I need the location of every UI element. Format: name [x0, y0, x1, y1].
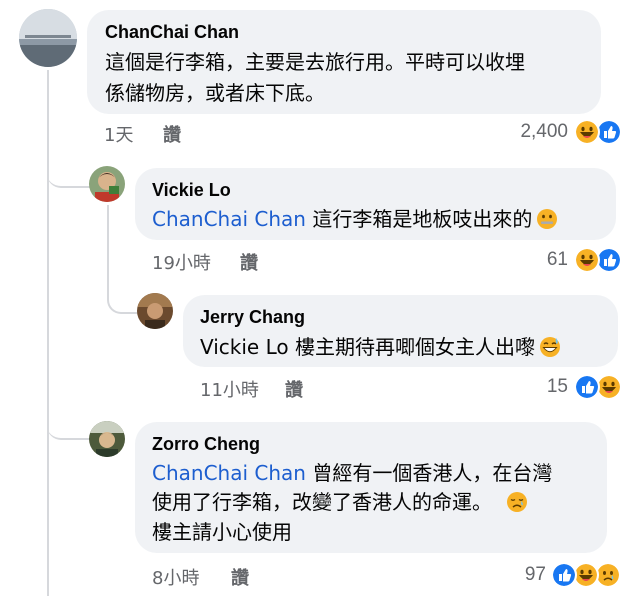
comment-bubble-chanchai: ChanChai Chan 這個是行李箱，主要是去旅行用。平時可以收埋 係儲物房…: [87, 10, 601, 114]
author-name[interactable]: Jerry Chang: [200, 307, 305, 328]
reaction-count[interactable]: 61: [547, 249, 568, 271]
like-button[interactable]: 讚: [285, 376, 303, 402]
comment-text-line-1: ChanChai Chan 曾經有一個香港人，在台灣: [152, 457, 552, 489]
reaction-count[interactable]: 15: [547, 376, 568, 398]
avatar-zorro-image: [89, 421, 125, 457]
comment-text-line-2: 係儲物房，或者床下底。: [105, 81, 325, 105]
comment-bubble-zorro: Zorro Cheng ChanChai Chan 曾經有一個香港人，在台灣 使…: [135, 422, 607, 553]
haha-reaction-icon: [574, 119, 600, 145]
comment-text-content: 使用了行李箱，改變了香港人的命運。: [152, 490, 492, 514]
avatar-vickie-image: [89, 166, 125, 202]
author-name[interactable]: Vickie Lo: [152, 180, 231, 201]
reaction-count[interactable]: 2,400: [520, 121, 568, 143]
comment-text-content: Vickie Lo 樓主期待再唧個女主人出嚟: [200, 335, 535, 359]
haha-reaction-icon: [574, 247, 600, 273]
comment-bubble-jerry: Jerry Chang Vickie Lo 樓主期待再唧個女主人出嚟: [183, 295, 618, 367]
avatar-jerry-image: [137, 293, 173, 329]
comment-text-content: 這行李箱是地板吱出來的: [312, 207, 533, 231]
comment-time[interactable]: 11小時: [200, 376, 259, 402]
avatar-vickie[interactable]: [89, 166, 125, 202]
comment-bubble-vickie: Vickie Lo ChanChai Chan 這行李箱是地板吱出來的: [135, 168, 616, 240]
comment-text-line-2: 使用了行李箱，改變了香港人的命運。: [152, 486, 528, 518]
zipper-mouth-emoji-icon: [536, 208, 558, 230]
like-button[interactable]: 讚: [163, 121, 181, 147]
comment-text: ChanChai Chan 這行李箱是地板吱出來的: [152, 203, 558, 235]
comment-time[interactable]: 1天: [104, 121, 133, 147]
author-name[interactable]: Zorro Cheng: [152, 434, 260, 455]
thread-connector-vickie: [47, 150, 93, 188]
avatar-chanchai[interactable]: [19, 9, 77, 67]
like-reaction-icon: [551, 562, 577, 588]
grinning-sweat-emoji-icon: [539, 336, 561, 358]
comment-text-line-1: 這個是行李箱，主要是去旅行用。平時可以收埋: [105, 50, 525, 74]
comment-time[interactable]: 19小時: [152, 249, 211, 275]
author-name[interactable]: ChanChai Chan: [105, 22, 239, 43]
thread-connector-jerry: [107, 270, 139, 314]
comment-text-content: 曾經有一個香港人，在台灣: [312, 461, 553, 485]
like-button[interactable]: 讚: [231, 564, 249, 590]
mention-link[interactable]: ChanChai Chan: [152, 207, 306, 231]
like-reaction-icon: [574, 374, 600, 400]
comment-thread: ChanChai Chan 這個是行李箱，主要是去旅行用。平時可以收埋 係儲物房…: [0, 0, 640, 596]
comment-time[interactable]: 8小時: [152, 564, 199, 590]
reaction-count[interactable]: 97: [525, 564, 546, 586]
avatar-chanchai-image: [19, 9, 77, 67]
avatar-jerry[interactable]: [137, 293, 173, 329]
thread-connector-zorro: [47, 400, 93, 440]
mention-link[interactable]: ChanChai Chan: [152, 461, 306, 485]
thread-line-main: [47, 70, 49, 596]
crying-emoji-icon: [506, 491, 528, 513]
like-button[interactable]: 讚: [240, 249, 258, 275]
avatar-zorro[interactable]: [89, 421, 125, 457]
comment-text: Vickie Lo 樓主期待再唧個女主人出嚟: [200, 331, 561, 363]
comment-text-line-3: 樓主請小心使用: [152, 520, 292, 544]
